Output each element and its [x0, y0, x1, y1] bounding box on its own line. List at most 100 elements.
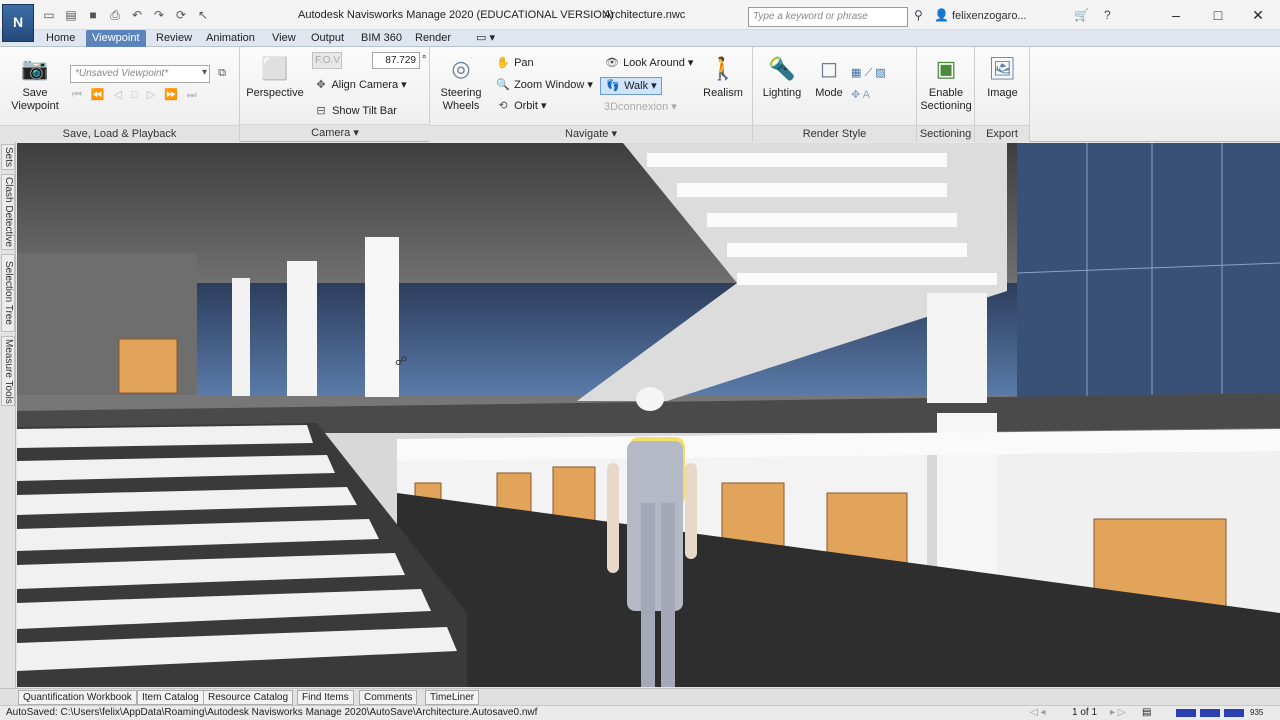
lighting-button[interactable]: 🔦 Lighting	[759, 53, 805, 100]
prev-page-icon[interactable]: ◁ ◂	[1030, 706, 1046, 720]
tab-animation[interactable]: Animation	[200, 30, 261, 47]
tab-viewpoint[interactable]: Viewpoint	[86, 30, 146, 47]
tab-bim360[interactable]: BIM 360	[355, 30, 408, 47]
panel-label-save-load: Save, Load & Playback	[0, 125, 239, 142]
enable-sectioning-label: Enable Sectioning	[920, 87, 972, 112]
show-tilt-bar-button[interactable]: ⊟ Show Tilt Bar	[313, 103, 397, 119]
pan-button[interactable]: ✋ Pan	[495, 55, 534, 71]
align-camera-button[interactable]: ✥ Align Camera ▾	[313, 77, 406, 93]
image-label: Image	[987, 87, 1018, 99]
hand-icon: ✋	[496, 57, 510, 69]
cube-icon: ◻	[819, 55, 839, 81]
fov-label: F.O.V	[312, 52, 342, 69]
next-page-icon[interactable]: ▸ ▷	[1110, 706, 1126, 720]
select-icon[interactable]: ↖	[194, 7, 212, 23]
side-tab-measure-tools[interactable]: Measure Tools	[1, 336, 15, 406]
show-tilt-bar-label: Show Tilt Bar	[332, 105, 397, 117]
tab-home[interactable]: Home	[40, 30, 81, 47]
save-icon[interactable]: ■	[84, 7, 102, 23]
panel-render-style: 🔦 Lighting ◻ Mode ▦ ⟋ ▧ ✥ A Render Style	[753, 47, 917, 142]
tab-comments[interactable]: Comments	[359, 690, 418, 705]
render-mode-icons-2[interactable]: ✥ A	[851, 87, 870, 103]
application-menu-button[interactable]: N	[2, 4, 34, 42]
page-indicator: 1 of 1	[1072, 707, 1098, 718]
manage-viewpoints-icon[interactable]: ⧉	[214, 65, 230, 81]
help-icon[interactable]: ?	[1104, 8, 1111, 22]
panel-label-sectioning: Sectioning	[917, 125, 974, 142]
tab-view[interactable]: View	[266, 30, 302, 47]
maximize-button[interactable]: □	[1200, 4, 1236, 26]
user-name[interactable]: felixenzogaro...	[952, 10, 1027, 22]
title-bar: N ▭ ▤ ■ ⎙ ↶ ↷ ⟳ ↖ Autodesk Navisworks Ma…	[0, 0, 1280, 42]
side-tab-selection-tree[interactable]: Selection Tree	[1, 254, 15, 332]
disk-bar-icon	[1224, 709, 1244, 717]
combo-dropdown-icon[interactable]: ▾	[202, 65, 207, 81]
refresh-icon[interactable]: ⟳	[172, 7, 190, 23]
memory-bar-icon	[1176, 709, 1196, 717]
scene-render: ☍	[17, 143, 1280, 687]
steering-wheels-button[interactable]: ◎ Steering Wheels	[436, 53, 486, 113]
tab-timeliner[interactable]: TimeLiner	[425, 690, 480, 705]
column-3	[365, 237, 399, 397]
3dconnexion-button[interactable]: 3Dconnexion ▾	[604, 99, 677, 115]
panel-label-navigate: Navigate ▾	[430, 125, 752, 142]
tab-quantification-workbook[interactable]: Quantification Workbook	[18, 690, 137, 705]
close-button[interactable]: ✕	[1240, 4, 1276, 26]
perspective-button[interactable]: ⬜ Perspective	[246, 53, 304, 100]
tab-extra-menu[interactable]: ▭ ▾	[470, 30, 501, 47]
redo-icon[interactable]: ↷	[150, 7, 168, 23]
image-icon: 🖼	[988, 55, 1017, 81]
column-4	[927, 293, 987, 403]
side-tab-clash-detective[interactable]: Clash Detective	[1, 174, 15, 250]
3d-viewport[interactable]: ☍	[17, 143, 1280, 687]
binoculars-icon[interactable]: ⚲	[914, 8, 923, 22]
orbit-button[interactable]: ⟲ Orbit ▾	[495, 98, 546, 114]
ribbon: 📷 Save Viewpoint *Unsaved Viewpoint* ▾ ⧉…	[0, 47, 1280, 142]
tab-find-items[interactable]: Find Items	[297, 690, 354, 705]
side-tab-sets[interactable]: Sets	[1, 144, 15, 170]
orbit-label: Orbit	[514, 100, 538, 112]
look-around-button[interactable]: 👁 Look Around ▾	[604, 55, 693, 71]
window-title: Autodesk Navisworks Manage 2020 (EDUCATI…	[298, 9, 614, 21]
file-name: Architecture.nwc	[604, 9, 686, 21]
mode-button[interactable]: ◻ Mode	[809, 53, 849, 100]
tab-resource-catalog[interactable]: Resource Catalog	[203, 690, 294, 705]
panel-export: 🖼 Image Export	[975, 47, 1030, 142]
print-icon[interactable]: ⎙	[106, 7, 124, 23]
tilt-bar-icon: ⊟	[316, 105, 326, 117]
look-around-label: Look Around	[623, 57, 685, 69]
minimize-button[interactable]: –	[1158, 4, 1194, 26]
ribbon-tabs: Home Viewpoint Review Animation View Out…	[0, 30, 1280, 47]
lighting-label: Lighting	[762, 87, 802, 99]
save-viewpoint-button[interactable]: 📷 Save Viewpoint	[6, 53, 64, 113]
realism-label: Realism	[703, 87, 743, 99]
undo-icon[interactable]: ↶	[128, 7, 146, 23]
user-icon[interactable]: 👤	[934, 8, 949, 22]
playback-controls[interactable]: ⏮⏪◁□▷⏩⏭	[72, 87, 206, 103]
walk-button[interactable]: 👣 Walk ▾	[600, 77, 662, 95]
orange-panel-1	[118, 338, 178, 394]
image-export-button[interactable]: 🖼 Image	[975, 53, 1030, 100]
tab-output[interactable]: Output	[305, 30, 350, 47]
flashlight-icon: 🔦	[768, 55, 796, 81]
tab-item-catalog[interactable]: Item Catalog	[137, 690, 204, 705]
fov-input[interactable]: 87.729	[372, 52, 420, 69]
render-mode-icons[interactable]: ▦ ⟋ ▧	[851, 65, 886, 81]
side-tab-strip: Sets Clash Detective Selection Tree Meas…	[0, 142, 16, 688]
sheet-browser-icon[interactable]: ▤	[1142, 706, 1151, 720]
cart-icon[interactable]: 🛒	[1074, 8, 1089, 22]
tab-review[interactable]: Review	[150, 30, 198, 47]
open-icon[interactable]: ▤	[62, 7, 80, 23]
pan-label: Pan	[514, 57, 534, 69]
status-bar: AutoSaved: C:\Users\felix\AppData\Roamin…	[0, 705, 1280, 720]
enable-sectioning-button[interactable]: ▣ Enable Sectioning	[917, 53, 975, 113]
walk-icon: 👣	[606, 80, 620, 92]
column-1	[232, 278, 250, 396]
zoom-window-button[interactable]: 🔍 Zoom Window ▾	[495, 77, 593, 93]
search-input[interactable]: Type a keyword or phrase	[748, 7, 908, 27]
person-icon: 🚶	[709, 55, 737, 81]
tab-render[interactable]: Render	[409, 30, 457, 47]
viewpoint-combo[interactable]: *Unsaved Viewpoint*	[70, 65, 210, 83]
realism-button[interactable]: 🚶 Realism	[698, 53, 748, 100]
new-icon[interactable]: ▭	[40, 7, 58, 23]
